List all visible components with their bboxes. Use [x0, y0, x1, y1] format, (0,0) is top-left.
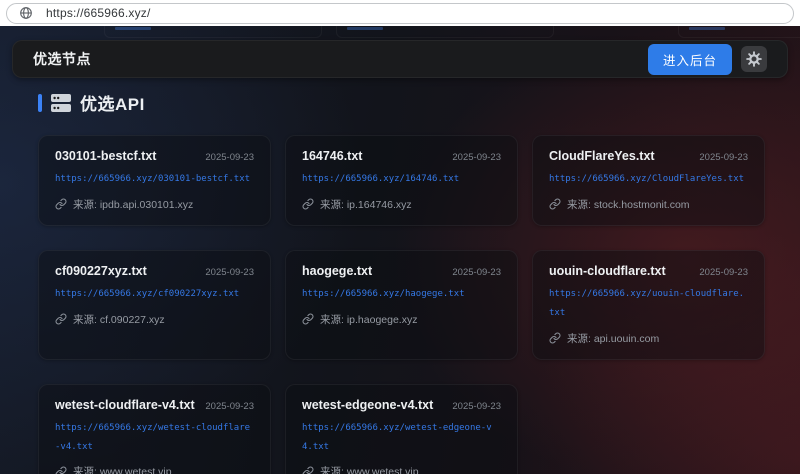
settings-button[interactable]	[741, 46, 767, 72]
link-icon	[549, 198, 561, 210]
file-date: 2025-09-23	[205, 152, 254, 163]
source-text: 来源: stock.hostmonit.com	[567, 197, 690, 212]
api-card: haogege.txt 2025-09-23 https://665966.xy…	[285, 250, 518, 360]
cutoff-card-remnant	[678, 26, 800, 38]
api-card: wetest-edgeone-v4.txt 2025-09-23 https:/…	[285, 384, 518, 474]
source-text: 来源: api.uouin.com	[567, 331, 659, 346]
page-title: 优选节点	[33, 49, 91, 69]
link-icon	[549, 332, 561, 344]
file-source-row: 来源: ipdb.api.030101.xyz	[55, 197, 254, 212]
file-date: 2025-09-23	[452, 267, 501, 278]
card-header-row: wetest-cloudflare-v4.txt 2025-09-23	[55, 398, 254, 412]
card-header-row: cf090227xyz.txt 2025-09-23	[55, 264, 254, 278]
file-source-row: 来源: api.uouin.com	[549, 331, 748, 346]
file-url-link[interactable]: https://665966.xyz/wetest-edgeone-v4.txt	[302, 419, 501, 457]
link-icon	[302, 466, 314, 474]
source-text: 来源: ipdb.api.030101.xyz	[73, 197, 193, 212]
file-url-link[interactable]: https://665966.xyz/wetest-cloudflare-v4.…	[55, 419, 254, 457]
source-text: 来源: www.wetest.vip	[320, 464, 419, 474]
card-header-row: 030101-bestcf.txt 2025-09-23	[55, 149, 254, 163]
file-name: 164746.txt	[302, 149, 362, 163]
page-background: 优选节点 进入后台	[0, 26, 800, 474]
file-name: wetest-cloudflare-v4.txt	[55, 398, 195, 412]
source-text: 来源: cf.090227.xyz	[73, 312, 165, 327]
file-name: uouin-cloudflare.txt	[549, 264, 666, 278]
card-header-row: 164746.txt 2025-09-23	[302, 149, 501, 163]
section-header: 优选API	[38, 90, 800, 115]
section-accent-bar	[38, 94, 42, 112]
file-name: cf090227xyz.txt	[55, 264, 147, 278]
file-date: 2025-09-23	[452, 401, 501, 412]
card-header-row: uouin-cloudflare.txt 2025-09-23	[549, 264, 748, 278]
api-card: 164746.txt 2025-09-23 https://665966.xyz…	[285, 135, 518, 226]
cutoff-card-remnant	[336, 26, 554, 38]
link-icon	[55, 198, 67, 210]
address-url-text[interactable]: https://665966.xyz/	[46, 6, 151, 20]
file-source-row: 来源: www.wetest.vip	[55, 464, 254, 474]
card-header-row: wetest-edgeone-v4.txt 2025-09-23	[302, 398, 501, 412]
header-panel: 优选节点 进入后台	[12, 40, 788, 78]
file-url-link[interactable]: https://665966.xyz/haogege.txt	[302, 285, 501, 304]
gear-icon	[746, 51, 762, 67]
link-icon	[55, 466, 67, 474]
api-card: cf090227xyz.txt 2025-09-23 https://66596…	[38, 250, 271, 360]
api-card: 030101-bestcf.txt 2025-09-23 https://665…	[38, 135, 271, 226]
cutoff-url-fragment	[115, 27, 151, 30]
file-url-link[interactable]: https://665966.xyz/030101-bestcf.txt	[55, 170, 254, 189]
header-actions: 进入后台	[648, 44, 767, 75]
link-icon	[302, 313, 314, 325]
file-name: CloudFlareYes.txt	[549, 149, 655, 163]
link-icon	[302, 198, 314, 210]
link-icon	[55, 313, 67, 325]
cutoff-url-fragment	[347, 27, 383, 30]
site-info-icon	[19, 6, 33, 20]
file-url-link[interactable]: https://665966.xyz/CloudFlareYes.txt	[549, 170, 748, 189]
source-text: 来源: ip.haogege.xyz	[320, 312, 417, 327]
api-card: uouin-cloudflare.txt 2025-09-23 https://…	[532, 250, 765, 360]
cutoff-url-fragment	[689, 27, 725, 30]
browser-address-bar: https://665966.xyz/	[0, 0, 800, 26]
file-date: 2025-09-23	[205, 401, 254, 412]
file-date: 2025-09-23	[699, 267, 748, 278]
address-url-field[interactable]: https://665966.xyz/	[6, 3, 794, 24]
file-url-link[interactable]: https://665966.xyz/164746.txt	[302, 170, 501, 189]
file-name: haogege.txt	[302, 264, 372, 278]
source-text: 来源: ip.164746.xyz	[320, 197, 412, 212]
file-name: 030101-bestcf.txt	[55, 149, 156, 163]
server-stack-icon	[50, 93, 72, 113]
file-source-row: 来源: www.wetest.vip	[302, 464, 501, 474]
api-card-grid: 030101-bestcf.txt 2025-09-23 https://665…	[38, 135, 765, 474]
file-url-link[interactable]: https://665966.xyz/uouin-cloudflare.txt	[549, 285, 748, 323]
file-url-link[interactable]: https://665966.xyz/cf090227xyz.txt	[55, 285, 254, 304]
cutoff-card-remnant	[104, 26, 322, 38]
card-header-row: haogege.txt 2025-09-23	[302, 264, 501, 278]
file-date: 2025-09-23	[452, 152, 501, 163]
admin-button[interactable]: 进入后台	[648, 44, 732, 75]
file-source-row: 来源: ip.164746.xyz	[302, 197, 501, 212]
file-date: 2025-09-23	[205, 267, 254, 278]
source-text: 来源: www.wetest.vip	[73, 464, 172, 474]
api-card: wetest-cloudflare-v4.txt 2025-09-23 http…	[38, 384, 271, 474]
file-name: wetest-edgeone-v4.txt	[302, 398, 433, 412]
card-header-row: CloudFlareYes.txt 2025-09-23	[549, 149, 748, 163]
file-date: 2025-09-23	[699, 152, 748, 163]
file-source-row: 来源: stock.hostmonit.com	[549, 197, 748, 212]
api-card: CloudFlareYes.txt 2025-09-23 https://665…	[532, 135, 765, 226]
file-source-row: 来源: cf.090227.xyz	[55, 312, 254, 327]
section-title: 优选API	[80, 90, 145, 115]
file-source-row: 来源: ip.haogege.xyz	[302, 312, 501, 327]
